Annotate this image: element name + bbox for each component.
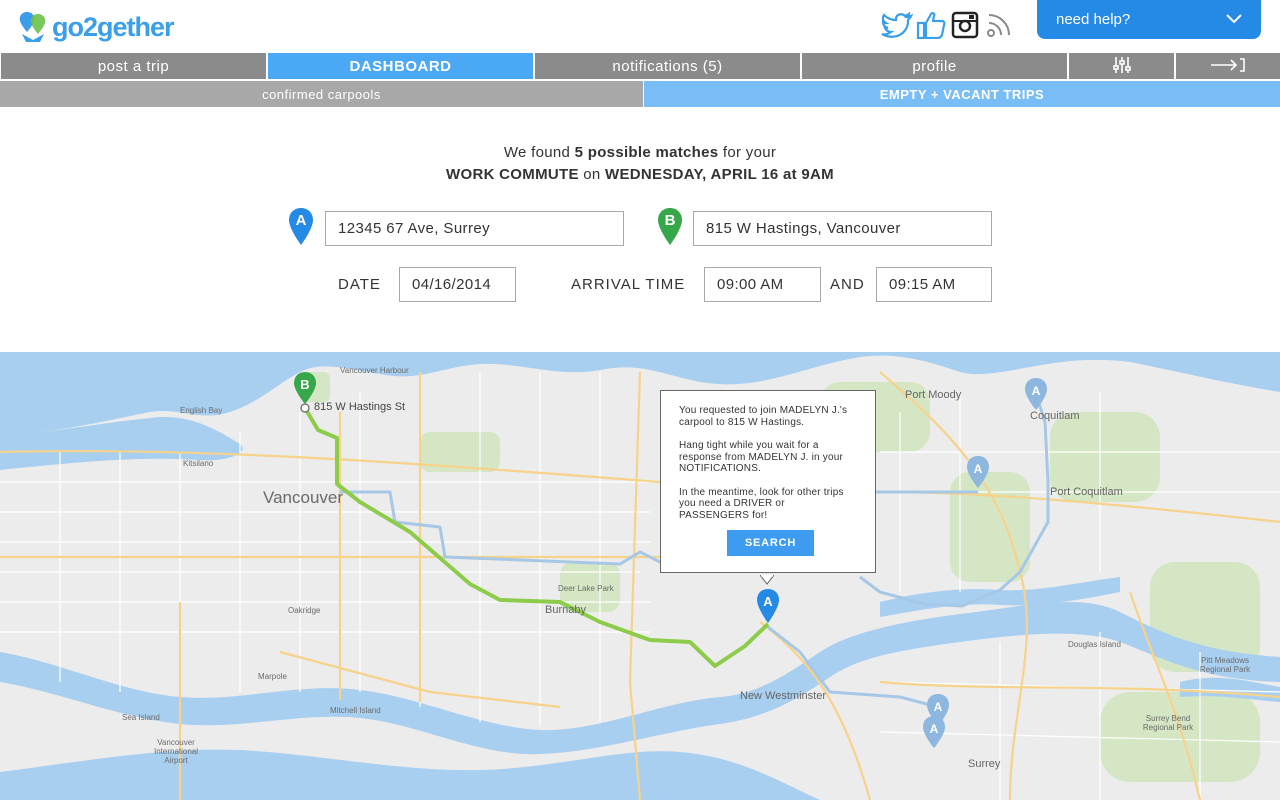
tab-dashboard[interactable]: DASHBOARD	[266, 53, 533, 79]
tab-post-a-trip[interactable]: post a trip	[0, 53, 266, 79]
map-label-english-bay: English Bay	[180, 406, 223, 415]
social-icons	[880, 9, 1016, 41]
map-label-surrey-bend: Surrey Bend Regional Park	[1142, 714, 1194, 732]
logout-arrow-icon	[1210, 58, 1246, 75]
map-label-douglas-island: Douglas Island	[1068, 640, 1121, 649]
popup-message-request: You requested to join MADELYN J.'s carpo…	[679, 405, 848, 428]
arrival-from-input[interactable]: 09:00 AM	[704, 267, 821, 302]
map-label-marpole: Marpole	[258, 672, 287, 681]
carpool-request-popup: You requested to join MADELYN J.'s carpo…	[660, 390, 876, 573]
search-button[interactable]: SEARCH	[727, 530, 814, 556]
map-label-kitsilano: Kitsilano	[183, 459, 214, 468]
tab-empty-vacant-trips[interactable]: EMPTY + VACANT TRIPS	[643, 81, 1280, 107]
popup-pointer	[759, 572, 775, 585]
map-label-deer-lake: Deer Lake Park	[558, 584, 614, 593]
tab-notifications[interactable]: notifications (5)	[533, 53, 800, 79]
summary-line-1: We found 5 possible matches for your	[503, 144, 777, 161]
map-label-port-moody: Port Moody	[905, 389, 962, 401]
map-label-pitt-meadows: Pitt Meadows Regional Park	[1199, 656, 1251, 674]
map-label-new-westminster: New Westminster	[740, 690, 826, 702]
logo-pins-icon	[18, 10, 48, 44]
arrival-time-label: ARRIVAL TIME	[571, 276, 686, 293]
date-label: DATE	[338, 276, 381, 293]
need-help-label: need help?	[1056, 11, 1131, 28]
rss-icon[interactable]	[982, 9, 1016, 41]
date-input[interactable]: 04/16/2014	[399, 267, 516, 302]
match-summary: We found 5 possible matches for your WOR…	[0, 142, 1280, 186]
twitter-icon[interactable]	[880, 9, 914, 41]
chevron-down-icon	[1225, 12, 1243, 29]
svg-text:B: B	[300, 377, 309, 392]
sub-nav: confirmed carpools EMPTY + VACANT TRIPS	[0, 81, 1280, 107]
popup-message-wait: Hang tight while you wait for a response…	[679, 440, 844, 474]
map-label-destination: 815 W Hastings St	[314, 401, 406, 413]
svg-text:A: A	[934, 700, 943, 714]
map-label-vancouver-harbour: Vancouver Harbour	[340, 366, 409, 375]
map-label-port-coquitlam: Port Coquitlam	[1050, 486, 1123, 498]
logo[interactable]: go2gether	[18, 10, 175, 44]
svg-text:A: A	[974, 462, 983, 476]
arrival-to-input[interactable]: 09:15 AM	[876, 267, 992, 302]
popup-message-search: In the meantime, look for other trips yo…	[679, 486, 844, 521]
map-label-mitchell-island: Mitchell Island	[330, 706, 381, 715]
and-label: AND	[830, 276, 865, 293]
svg-text:B: B	[665, 212, 676, 229]
settings-sliders-icon	[1112, 57, 1132, 75]
svg-text:A: A	[296, 212, 307, 229]
tab-settings[interactable]	[1067, 53, 1174, 79]
map-base: B A A A A A	[0, 352, 1280, 800]
map-label-sea-island: Sea Island	[122, 713, 160, 722]
pin-a-icon: A	[288, 207, 314, 247]
map-label-oakridge: Oakridge	[288, 606, 321, 615]
route-map[interactable]: B A A A A A Vancouver Burnaby New Westmi…	[0, 352, 1280, 800]
svg-text:A: A	[763, 594, 773, 609]
map-label-burnaby: Burnaby	[545, 604, 586, 616]
pin-b-icon: B	[657, 207, 683, 247]
main-nav: post a trip DASHBOARD notifications (5) …	[0, 53, 1280, 79]
thumbs-up-icon[interactable]	[914, 9, 948, 41]
svg-text:A: A	[1032, 384, 1041, 398]
need-help-dropdown[interactable]: need help?	[1037, 0, 1261, 39]
map-label-coquitlam: Coquitlam	[1030, 410, 1080, 422]
map-label-vancouver: Vancouver	[263, 488, 344, 507]
to-address-input[interactable]: 815 W Hastings, Vancouver	[693, 211, 992, 246]
from-address-input[interactable]: 12345 67 Ave, Surrey	[325, 211, 624, 246]
summary-line-2: WORK COMMUTE on WEDNESDAY, APRIL 16 at 9…	[446, 166, 834, 183]
app-header: go2gether need help?	[0, 0, 1280, 53]
map-label-surrey: Surrey	[968, 758, 1001, 770]
map-label-airport: Vancouver International Airport	[153, 738, 199, 765]
logo-text: go2gether	[52, 11, 175, 42]
instagram-icon[interactable]	[948, 9, 982, 41]
svg-text:A: A	[930, 722, 939, 736]
tab-confirmed-carpools[interactable]: confirmed carpools	[0, 81, 643, 107]
tab-profile[interactable]: profile	[800, 53, 1067, 79]
tab-logout[interactable]	[1174, 53, 1280, 79]
